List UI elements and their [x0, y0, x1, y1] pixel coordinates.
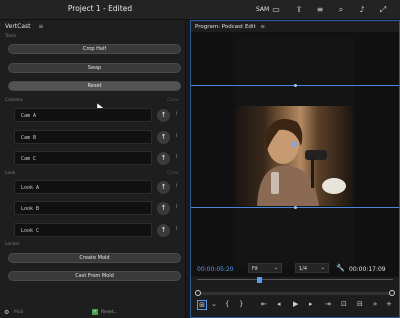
mark-out-icon[interactable]: } — [239, 300, 243, 308]
resolution-value: 1/4 — [299, 266, 308, 272]
look-b-field[interactable]: Look B — [14, 201, 152, 215]
drag-handle-icon[interactable]: ⋮ — [8, 112, 12, 117]
camera-row-c: ⋮ Cam C ↑ i — [8, 151, 186, 165]
reset-button[interactable]: Reset — [8, 81, 181, 91]
step-forward-icon[interactable]: ▸ — [309, 300, 313, 308]
current-timecode[interactable]: 00:00:05:20 — [197, 266, 234, 273]
section-camera: Camera — [5, 98, 23, 103]
crosshair-icon[interactable]: ⊕ — [291, 141, 299, 150]
scroll-start-handle[interactable] — [195, 290, 201, 296]
upload-arrow-icon[interactable]: ↑ — [157, 152, 170, 165]
upload-arrow-icon[interactable]: ↑ — [157, 224, 170, 237]
info-icon[interactable]: i — [176, 154, 177, 160]
checkbox-icon[interactable]: ✓ — [92, 309, 98, 315]
export-frame-icon[interactable]: ⊟ — [357, 300, 363, 308]
look-row-a: ⋮ Look A ↑ i — [8, 180, 186, 194]
share-icon[interactable]: ⇪ — [293, 4, 305, 16]
cast-from-mold-button[interactable]: Cast From Mold — [8, 271, 181, 281]
look-a-field[interactable]: Look A — [14, 180, 152, 194]
upload-arrow-icon[interactable]: ↑ — [157, 109, 170, 122]
mark-in-icon[interactable]: { — [225, 300, 229, 308]
look-clear-link[interactable]: Clear — [167, 171, 179, 176]
panel-menu-icon[interactable]: ≡ — [38, 23, 43, 30]
volume-icon[interactable]: ♪ — [356, 4, 368, 16]
panel-title: VertCast — [5, 23, 31, 30]
video-frame-image — [235, 106, 354, 206]
play-icon[interactable]: ▶ — [293, 300, 298, 308]
drag-handle-icon[interactable]: ⋮ — [8, 227, 12, 232]
search-icon[interactable]: ⌕ — [335, 4, 347, 16]
panel-menu-icon[interactable]: ≡ — [260, 24, 265, 30]
info-icon[interactable]: i — [176, 226, 177, 232]
expand-icon[interactable]: ⤢ — [377, 4, 389, 16]
step-back-icon[interactable]: ◂ — [277, 300, 281, 308]
info-icon[interactable]: i — [176, 183, 177, 189]
time-ruler[interactable] — [197, 277, 393, 287]
upload-arrow-icon[interactable]: ↑ — [157, 202, 170, 215]
program-header: Program: Podcast Edit ≡ — [191, 21, 399, 32]
camera-row-a: ⋮ Cam A ↑ i — [8, 108, 186, 122]
user-badge[interactable]: SAM — [256, 6, 269, 13]
cam-b-field[interactable]: Cam B — [14, 130, 152, 144]
list-icon[interactable]: ≡ — [314, 4, 326, 16]
look-c-field[interactable]: Look C — [14, 223, 152, 237]
marker-grid-icon[interactable]: ⊞ — [197, 300, 207, 310]
playhead-icon[interactable] — [257, 277, 262, 283]
sidebar-icon[interactable]: ▭ — [270, 4, 282, 16]
info-icon[interactable]: i — [176, 111, 177, 117]
look-row-c: ⋮ Look C ↑ i — [8, 223, 186, 237]
panel-footer: ⚙ Mall ✓ Reset... — [0, 308, 186, 318]
drag-handle-icon[interactable]: ⋮ — [8, 205, 12, 210]
create-mold-button[interactable]: Create Mold — [8, 253, 181, 263]
chevron-down-icon[interactable]: ⌄ — [211, 300, 217, 308]
vertcast-panel: VertCast ≡ Tools Crop Half Swap Reset Ca… — [0, 20, 186, 318]
gear-icon[interactable]: ⚙ — [4, 309, 9, 316]
title-bar: Project 1 - Edited SAM ▭ ⇪ ≡ ⌕ ♪ ⤢ — [0, 0, 400, 20]
crop-handle-bottom[interactable] — [294, 206, 297, 209]
camera-row-b: ⋮ Cam B ↑ i — [8, 130, 186, 144]
crop-half-button[interactable]: Crop Half — [8, 44, 181, 54]
add-icon[interactable]: + — [386, 300, 392, 308]
upload-arrow-icon[interactable]: ↑ — [157, 131, 170, 144]
drag-handle-icon[interactable]: ⋮ — [8, 184, 12, 189]
go-to-in-icon[interactable]: ⇤ — [261, 300, 267, 308]
section-look: Look — [5, 171, 16, 176]
section-locker: Locker — [5, 242, 20, 247]
panel-header: VertCast ≡ — [0, 20, 185, 32]
go-to-out-icon[interactable]: ⇥ — [325, 300, 331, 308]
drag-handle-icon[interactable]: ⋮ — [8, 134, 12, 139]
program-title: Program: Podcast Edit — [195, 24, 256, 30]
section-tools: Tools — [5, 34, 17, 39]
total-duration: 00:00:17:09 — [349, 266, 386, 273]
zoom-value: Fit — [252, 266, 258, 272]
cam-c-field[interactable]: Cam C — [14, 151, 152, 165]
upload-arrow-icon[interactable]: ↑ — [157, 181, 170, 194]
info-icon[interactable]: i — [176, 133, 177, 139]
insert-icon[interactable]: ⊡ — [341, 300, 347, 308]
camera-clear-link[interactable]: Clear — [167, 98, 179, 103]
crop-handle-top[interactable] — [294, 84, 297, 87]
look-row-b: ⋮ Look B ↑ i — [8, 201, 186, 215]
zoom-select[interactable]: Fit ⌄ — [248, 263, 282, 273]
footer-left-label: Mall — [14, 310, 24, 315]
more-icon[interactable]: » — [373, 300, 377, 308]
swap-button[interactable]: Swap — [8, 63, 181, 73]
cam-a-field[interactable]: Cam A — [14, 108, 152, 122]
chevron-down-icon: ⌄ — [320, 265, 325, 271]
wrench-icon[interactable]: 🔧 — [336, 264, 345, 272]
footer-reset-label[interactable]: Reset... — [101, 310, 118, 315]
info-icon[interactable]: i — [176, 204, 177, 210]
window-title: Project 1 - Edited — [67, 4, 133, 13]
video-viewer[interactable]: ⊕ — [191, 32, 399, 277]
zoom-scrollbar[interactable] — [195, 290, 395, 296]
speaker-figure — [257, 118, 346, 206]
drag-handle-icon[interactable]: ⋮ — [8, 155, 12, 160]
chevron-down-icon: ⌄ — [273, 265, 278, 271]
resolution-select[interactable]: 1/4 ⌄ — [295, 263, 329, 273]
program-monitor: Program: Podcast Edit ≡ ⊕ 00:00:05:20 Fi… — [190, 20, 400, 318]
scroll-end-handle[interactable] — [389, 290, 395, 296]
